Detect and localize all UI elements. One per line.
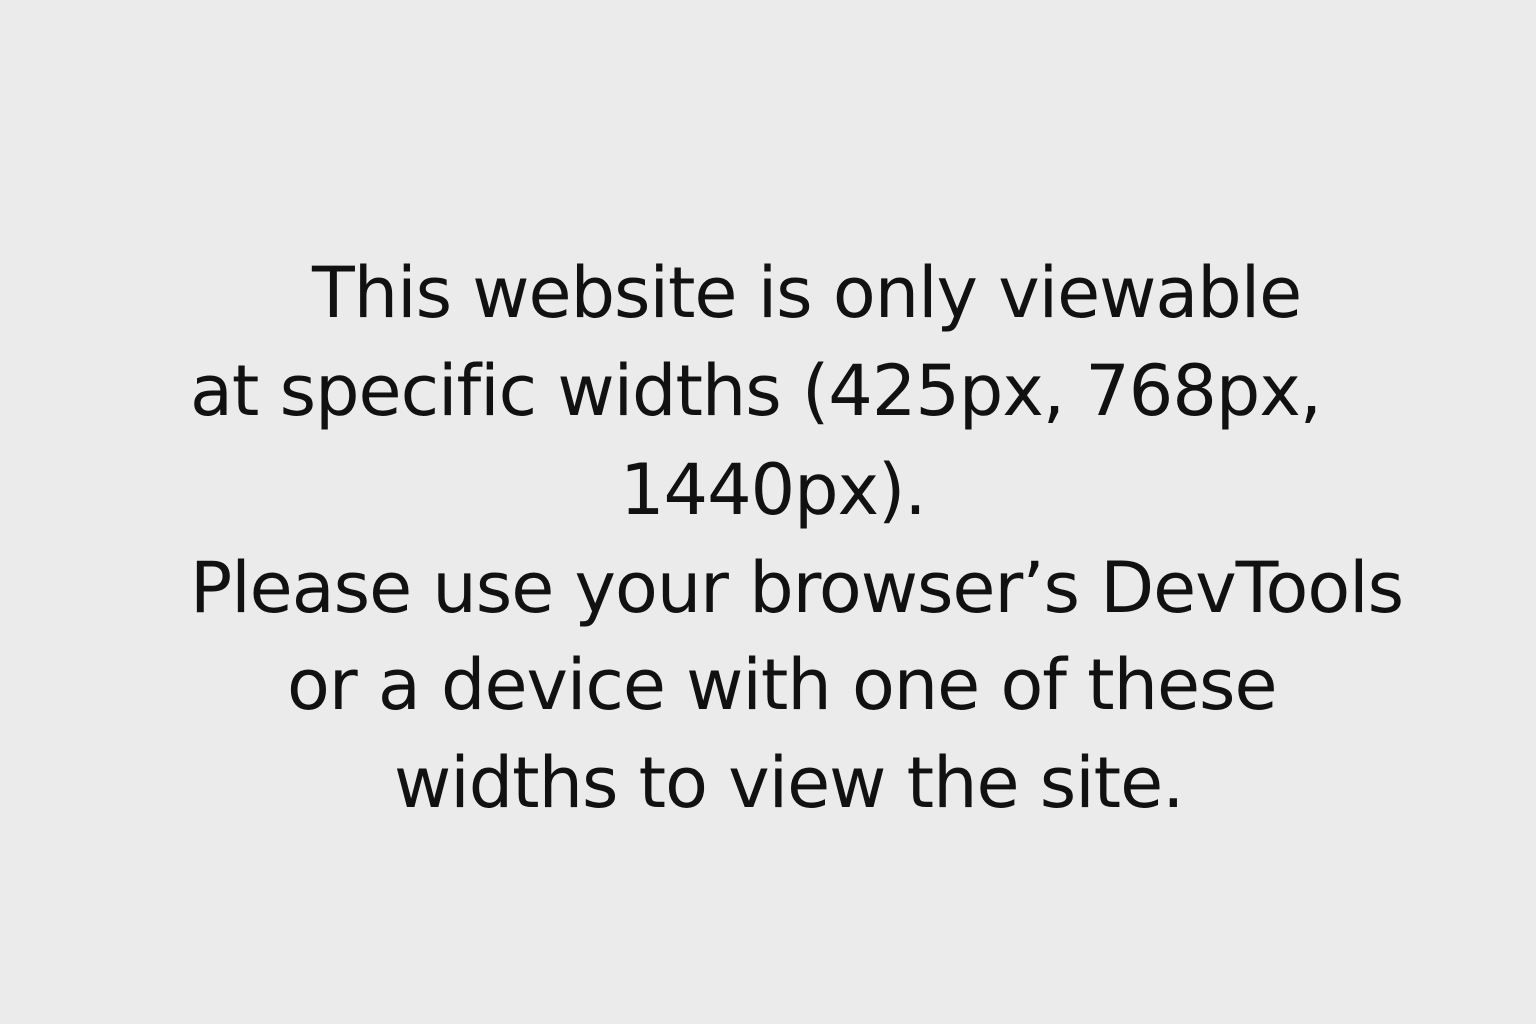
message-line-6: widths to view the site. xyxy=(394,742,1184,824)
unsupported-width-page: This website is only viewable at specifi… xyxy=(0,0,1536,1024)
message-line-2: at specific widths (425px, 768px, xyxy=(190,350,1322,432)
message-line-4: Please use your browser’s DevTools xyxy=(190,547,1404,629)
message-line-1: This website is only viewable xyxy=(312,252,1302,334)
width-restriction-message: This website is only viewable at specifi… xyxy=(0,0,1536,1024)
message-line-3: 1440px). xyxy=(620,449,927,531)
message-line-5: or a device with one of these xyxy=(287,644,1278,726)
